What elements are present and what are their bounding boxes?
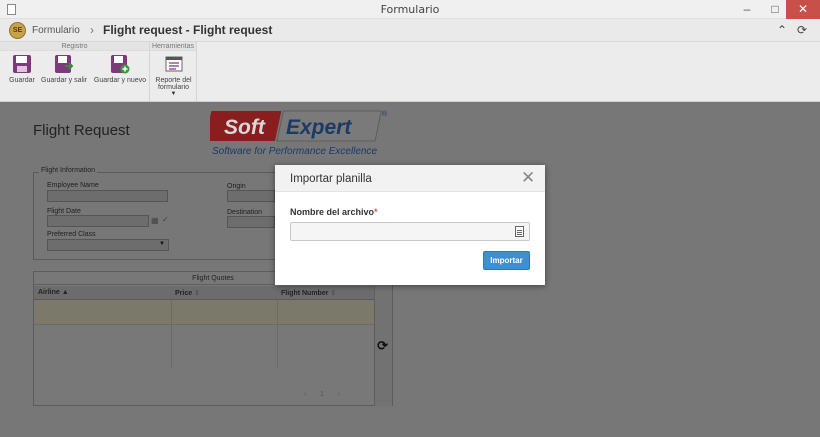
logo-tagline: Software for Performance Excellence	[212, 146, 378, 157]
column-header-price[interactable]: Price ⇕	[175, 289, 200, 297]
sort-icon: ⇕	[194, 290, 200, 297]
app-logo: SE	[9, 22, 26, 39]
grid-refresh-icon[interactable]: ⟳	[377, 338, 388, 354]
origin-label: Origin	[227, 183, 246, 190]
preferred-class-select[interactable]: ▼	[47, 239, 169, 251]
import-button[interactable]: Importar	[483, 251, 530, 270]
preferred-class-label: Preferred Class	[47, 231, 96, 238]
dropdown-caret-icon: ▼	[170, 91, 177, 97]
origin-input[interactable]	[227, 190, 275, 202]
form-title: Flight Request	[33, 122, 130, 139]
import-spreadsheet-dialog: Importar planilla ✕ Nombre del archivo* …	[275, 165, 545, 285]
calendar-icon[interactable]: ▦	[151, 216, 159, 225]
grid-pager: ‹ 1 ›	[304, 391, 340, 398]
pager-next-button[interactable]: ›	[338, 391, 340, 398]
employee-name-input[interactable]	[47, 190, 168, 202]
sort-asc-icon: ▲	[61, 289, 69, 296]
logo-registered: ®	[382, 110, 388, 118]
employee-name-label: Employee Name	[47, 182, 99, 189]
file-browse-icon[interactable]	[515, 226, 524, 237]
window-titlebar: Formulario – □ ✕	[0, 0, 820, 19]
toolbar-group-herramientas: Herramientas Reporte del formulario ▼	[150, 42, 197, 101]
destination-input[interactable]	[227, 216, 275, 228]
collapse-icon[interactable]: ⌃	[777, 23, 787, 37]
destination-label: Destination	[227, 209, 263, 216]
app-header: SE Formulario › Flight request - Flight …	[0, 19, 820, 42]
logo-brand-left: Soft	[224, 116, 266, 139]
select-caret-icon: ▼	[159, 241, 165, 247]
column-divider	[277, 286, 278, 368]
window-title: Formulario	[380, 3, 440, 16]
column-header-airline[interactable]: Airline ▲	[38, 289, 69, 296]
required-mark: *	[374, 207, 378, 217]
check-icon[interactable]: ✓	[162, 215, 169, 224]
report-icon	[165, 56, 182, 72]
form-report-label: Reporte del formulario	[155, 77, 192, 91]
toolbar-group-registro: Registro Guardar Guardar y salir Guardar…	[0, 42, 150, 101]
pager-prev-button[interactable]: ‹	[304, 391, 306, 398]
breadcrumb[interactable]: Formulario	[32, 25, 80, 36]
form-report-button[interactable]: Reporte del formulario ▼	[153, 54, 194, 97]
sort-icon: ⇕	[330, 290, 337, 297]
file-name-input[interactable]	[290, 222, 530, 241]
save-and-exit-label: Guardar y salir	[41, 77, 87, 84]
grid-header: Airline ▲ Price ⇕ Flight Number ⇕	[34, 286, 374, 300]
save-and-exit-button[interactable]: Guardar y salir	[41, 54, 87, 84]
close-icon[interactable]: ✕	[521, 169, 535, 186]
group-title: Herramientas	[150, 42, 196, 51]
close-window-button[interactable]: ✕	[786, 0, 820, 19]
save-and-new-button[interactable]: Guardar y nuevo	[92, 54, 148, 84]
maximize-button[interactable]: □	[761, 0, 789, 19]
flight-quotes-grid: Flight Quotes Airline ▲ Price ⇕ Flight N…	[33, 271, 393, 406]
flight-date-label: Flight Date	[47, 208, 81, 215]
floppy-exit-icon	[55, 55, 74, 73]
floppy-icon	[13, 55, 31, 73]
save-button-label: Guardar	[9, 77, 35, 84]
table-row[interactable]	[34, 301, 374, 325]
column-divider	[171, 286, 172, 368]
column-header-flight-number[interactable]: Flight Number ⇕	[281, 289, 336, 297]
dialog-title: Importar planilla	[290, 173, 372, 185]
pager-page-number: 1	[319, 391, 324, 398]
group-title: Registro	[0, 42, 149, 51]
floppy-new-icon	[111, 55, 130, 74]
file-name-label: Nombre del archivo*	[290, 207, 378, 217]
save-button[interactable]: Guardar	[6, 54, 38, 84]
refresh-icon[interactable]: ⟳	[797, 23, 807, 37]
logo-brand-right: Expert	[286, 116, 352, 139]
minimize-button[interactable]: –	[733, 0, 761, 19]
save-and-new-label: Guardar y nuevo	[93, 77, 147, 84]
page-title: Flight request - Flight request	[103, 23, 273, 37]
flight-date-input[interactable]	[47, 215, 149, 227]
toolbar: Registro Guardar Guardar y salir Guardar…	[0, 42, 820, 102]
softexpert-logo: Soft Expert ® Software for Performance E…	[210, 110, 388, 157]
breadcrumb-separator: ›	[90, 23, 94, 37]
section-legend: Flight Information	[39, 167, 98, 174]
